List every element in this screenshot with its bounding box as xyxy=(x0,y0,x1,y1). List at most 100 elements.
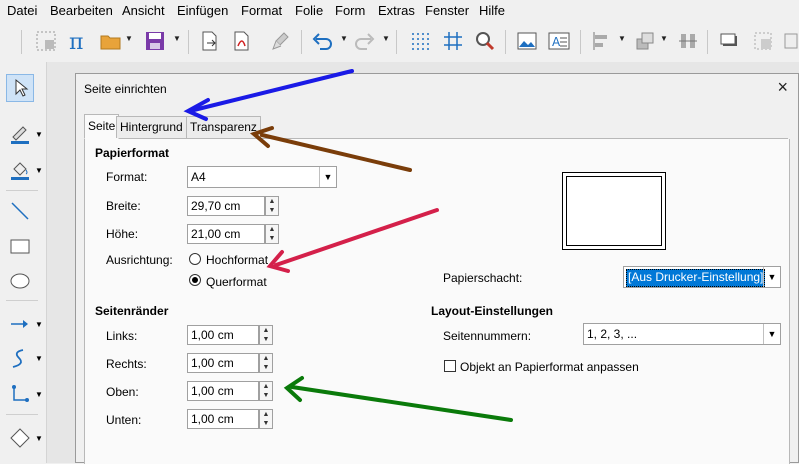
toolbar-separator xyxy=(580,30,581,54)
zoom-icon[interactable] xyxy=(472,28,498,54)
menu-datei[interactable]: Datei xyxy=(7,3,37,18)
page-numbers-select[interactable]: 1, 2, 3, ... ▼ xyxy=(583,323,781,345)
spin-up-icon[interactable]: ▲ xyxy=(260,382,272,391)
ellipse-icon[interactable] xyxy=(6,267,34,295)
chevron-down-icon[interactable]: ▼ xyxy=(125,34,133,44)
menu-format[interactable]: Format xyxy=(241,3,282,18)
curve-icon[interactable] xyxy=(6,344,34,372)
close-icon[interactable]: × xyxy=(777,78,788,96)
format-select[interactable]: A4 ▼ xyxy=(187,166,337,188)
height-spinner[interactable]: ▲ ▼ xyxy=(265,224,279,244)
open-folder-icon[interactable] xyxy=(98,28,124,54)
chevron-down-icon[interactable]: ▼ xyxy=(35,354,43,363)
landscape-radio[interactable] xyxy=(189,274,201,286)
margin-left-spinner[interactable]: ▲ ▼ xyxy=(259,325,273,345)
menu-hilfe[interactable]: Hilfe xyxy=(479,3,505,18)
spin-down-icon[interactable]: ▼ xyxy=(266,234,278,243)
spin-down-icon[interactable]: ▼ xyxy=(260,335,272,344)
chevron-down-icon[interactable]: ▼ xyxy=(382,34,390,44)
chevron-down-icon[interactable]: ▼ xyxy=(173,34,181,44)
image-icon[interactable] xyxy=(514,28,540,54)
clone-format-icon[interactable] xyxy=(268,28,294,54)
spin-up-icon[interactable]: ▲ xyxy=(260,354,272,363)
pi-formula-icon[interactable]: π xyxy=(65,28,91,54)
export-pdf-icon[interactable] xyxy=(228,28,254,54)
spin-down-icon[interactable]: ▼ xyxy=(260,391,272,400)
margin-top-field[interactable]: 1,00 cm xyxy=(187,381,259,401)
height-field[interactable]: 21,00 cm xyxy=(187,224,265,244)
diamond-icon[interactable] xyxy=(6,424,34,452)
fit-to-paper-checkbox[interactable] xyxy=(444,360,456,372)
menu-fenster[interactable]: Fenster xyxy=(425,3,469,18)
margin-right-field[interactable]: 1,00 cm xyxy=(187,353,259,373)
rectangle-icon[interactable] xyxy=(6,232,34,260)
line-color-icon[interactable] xyxy=(6,120,34,148)
tab-hintergrund[interactable]: Hintergrund xyxy=(116,116,187,138)
spin-up-icon[interactable]: ▲ xyxy=(260,410,272,419)
spin-up-icon[interactable]: ▲ xyxy=(266,225,278,234)
textbox-icon[interactable]: A xyxy=(546,28,572,54)
tab-seite[interactable]: Seite xyxy=(84,114,120,139)
landscape-label[interactable]: Querformat xyxy=(206,275,267,289)
menu-bearbeiten[interactable]: Bearbeiten xyxy=(50,3,113,18)
align-icon[interactable] xyxy=(588,28,614,54)
line-icon[interactable] xyxy=(6,197,34,225)
margin-bottom-spinner[interactable]: ▲ ▼ xyxy=(259,409,273,429)
chevron-down-icon[interactable]: ▼ xyxy=(763,267,780,287)
margin-right-label: Rechts: xyxy=(106,357,147,371)
width-field[interactable]: 29,70 cm xyxy=(187,196,265,216)
chevron-down-icon[interactable]: ▼ xyxy=(35,390,43,399)
layout-heading: Layout-Einstellungen xyxy=(431,304,554,318)
tray-value: [Aus Drucker-Einstellung] xyxy=(626,269,766,287)
chevron-down-icon[interactable]: ▼ xyxy=(763,324,780,344)
chevron-down-icon[interactable]: ▼ xyxy=(660,34,668,44)
orientation-label: Ausrichtung: xyxy=(106,253,173,267)
spin-up-icon[interactable]: ▲ xyxy=(260,326,272,335)
menu-ansicht[interactable]: Ansicht xyxy=(122,3,165,18)
sidebar-separator xyxy=(6,414,38,415)
margin-left-field[interactable]: 1,00 cm xyxy=(187,325,259,345)
menu-extras[interactable]: Extras xyxy=(378,3,415,18)
toolbar-separator xyxy=(505,30,506,54)
chevron-down-icon[interactable]: ▼ xyxy=(35,130,43,139)
chevron-down-icon[interactable]: ▼ xyxy=(35,320,43,329)
grid-snap-icon[interactable] xyxy=(33,28,59,54)
display-grid-icon[interactable] xyxy=(407,28,433,54)
helplines-icon[interactable] xyxy=(440,28,466,54)
connector-icon[interactable] xyxy=(6,380,34,408)
spin-down-icon[interactable]: ▼ xyxy=(266,206,278,215)
portrait-label[interactable]: Hochformat xyxy=(206,253,268,267)
shadow-icon[interactable] xyxy=(716,28,742,54)
arrow-line-icon[interactable] xyxy=(6,310,34,338)
export-icon[interactable] xyxy=(196,28,222,54)
chevron-down-icon[interactable]: ▼ xyxy=(319,167,336,187)
tray-select[interactable]: [Aus Drucker-Einstellung] ▼ xyxy=(623,266,781,288)
distribute-icon[interactable] xyxy=(675,28,701,54)
spin-down-icon[interactable]: ▼ xyxy=(260,419,272,428)
crop-icon[interactable] xyxy=(750,28,776,54)
tab-transparenz[interactable]: Transparenz xyxy=(186,116,261,138)
arrange-icon[interactable] xyxy=(632,28,658,54)
more-icon[interactable] xyxy=(782,28,799,54)
save-icon[interactable] xyxy=(142,28,168,54)
spin-down-icon[interactable]: ▼ xyxy=(260,363,272,372)
margin-bottom-field[interactable]: 1,00 cm xyxy=(187,409,259,429)
select-icon[interactable] xyxy=(6,74,34,102)
chevron-down-icon[interactable]: ▼ xyxy=(35,434,43,443)
portrait-radio[interactable] xyxy=(189,253,201,265)
fit-to-paper-label[interactable]: Objekt an Papierformat anpassen xyxy=(460,360,639,374)
fill-color-icon[interactable] xyxy=(6,156,34,184)
chevron-down-icon[interactable]: ▼ xyxy=(35,166,43,175)
spin-up-icon[interactable]: ▲ xyxy=(266,197,278,206)
sidebar-separator xyxy=(6,190,38,191)
undo-icon[interactable] xyxy=(309,28,335,54)
menu-einfuegen[interactable]: Einfügen xyxy=(177,3,228,18)
chevron-down-icon[interactable]: ▼ xyxy=(340,34,348,44)
redo-icon[interactable] xyxy=(352,28,378,54)
menu-folie[interactable]: Folie xyxy=(295,3,323,18)
width-spinner[interactable]: ▲ ▼ xyxy=(265,196,279,216)
menu-form[interactable]: Form xyxy=(335,3,365,18)
margin-top-spinner[interactable]: ▲ ▼ xyxy=(259,381,273,401)
margin-right-spinner[interactable]: ▲ ▼ xyxy=(259,353,273,373)
chevron-down-icon[interactable]: ▼ xyxy=(618,34,626,44)
